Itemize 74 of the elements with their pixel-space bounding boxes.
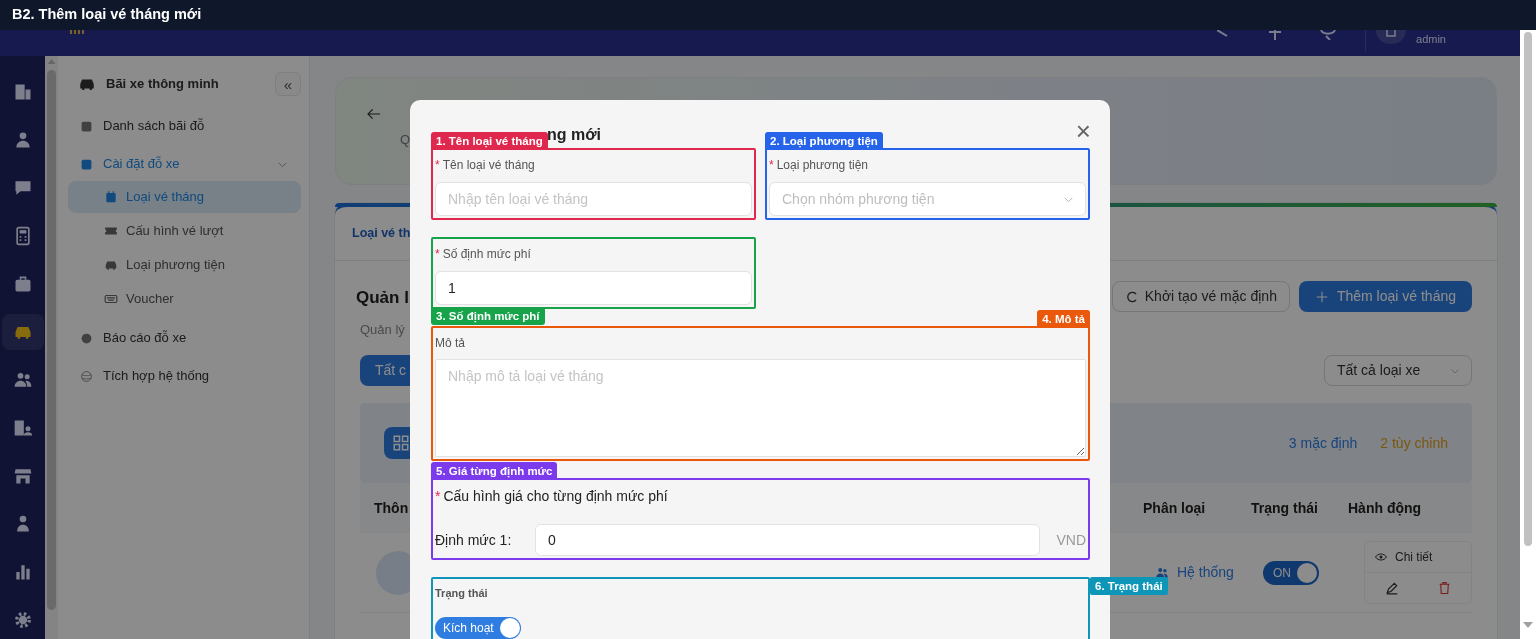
plus-icon[interactable] — [1269, 30, 1282, 40]
status-toggle[interactable]: ON — [1263, 560, 1319, 585]
field-label: Cấu hình giá cho từng định mức phí — [443, 488, 668, 504]
field-label: Loại phương tiện — [776, 158, 868, 172]
required-mark: * — [435, 488, 441, 504]
settings-icon — [12, 610, 33, 630]
required-mark: * — [769, 158, 774, 172]
annotation-label: 3. Số định mức phí — [431, 307, 545, 325]
user-name: admin — [1416, 32, 1446, 47]
close-button[interactable]: × — [1075, 120, 1091, 142]
count-label: 3 mặc định — [1288, 433, 1358, 453]
office-icon — [12, 418, 33, 438]
field-label: Mô tả — [435, 336, 465, 350]
tab[interactable]: Loại vé th — [352, 224, 411, 243]
store-icon — [12, 466, 33, 486]
price-label: Định mức 1: — [435, 530, 513, 550]
annotation-label: 2. Loại phương tiện — [765, 132, 883, 150]
parking-icon — [80, 157, 93, 171]
pencil-icon — [1384, 581, 1399, 595]
column-header: Phân loại — [1143, 498, 1207, 518]
reset-button[interactable]: Khởi tạo vé mặc định — [1111, 281, 1290, 312]
input-field[interactable]: 0 — [535, 524, 1041, 556]
vehicle-select[interactable]: Tất cả loại xe — [1324, 355, 1472, 386]
toggle-switch[interactable]: Kích hoạt — [435, 617, 521, 639]
annotation-label: 4. Mô tả — [1037, 310, 1090, 328]
trash-icon — [1438, 581, 1451, 595]
calendar-icon — [104, 190, 118, 204]
count-label: 2 tùy chỉnh — [1380, 433, 1448, 453]
field-label: Số định mức phí — [442, 247, 531, 261]
sidebar-item[interactable]: Báo cáo đỗ xe — [68, 325, 301, 351]
users-icon — [12, 370, 33, 390]
plus-icon — [1314, 289, 1329, 304]
field-label: Tên loại vé tháng — [442, 158, 535, 172]
header-subtitle: Q — [400, 131, 411, 149]
field-label: Trạng thái — [435, 586, 489, 602]
page-heading: Quản l — [356, 287, 409, 309]
column-header: Thôn — [374, 498, 409, 518]
unit-label: VND — [1056, 530, 1086, 550]
annotation-label: 1. Tên loại vé tháng — [431, 132, 548, 150]
eye-icon — [1375, 551, 1387, 563]
category-text: Hệ thống — [1177, 563, 1234, 582]
parking-icon — [80, 119, 93, 133]
page-title: B2. Thêm loại vé tháng mới — [12, 5, 202, 25]
users-icon — [1155, 565, 1169, 580]
required-mark: * — [435, 247, 440, 261]
briefcase-icon — [12, 274, 33, 294]
back-arrow-icon[interactable] — [366, 106, 382, 122]
card-icon — [104, 292, 118, 306]
nav-button[interactable] — [1, 314, 44, 350]
collapse-button[interactable]: « — [275, 72, 301, 96]
add-button[interactable]: Thêm loại vé tháng — [1298, 281, 1472, 312]
refresh-icon — [1124, 289, 1139, 304]
sidebar-item[interactable]: Cài đặt đỗ xe — [68, 151, 301, 177]
sidebar-item[interactable]: Loại vé tháng — [68, 181, 301, 213]
textarea-field[interactable]: Nhập mô tả loại vé tháng — [435, 359, 1086, 457]
logo-icon — [70, 30, 84, 34]
annotation-label: 5. Giá từng định mức — [431, 462, 558, 480]
input-field[interactable]: Nhập tên loại vé tháng — [435, 182, 752, 216]
page-description: Quản lý — [360, 320, 406, 339]
sidebar-item[interactable]: Loại phương tiện — [68, 249, 301, 281]
sidebar-item[interactable]: Tích hợp hệ thống — [68, 363, 301, 389]
dialog-title: ng mới — [547, 125, 602, 145]
sidebar-item[interactable]: Voucher — [68, 283, 301, 315]
sidebar-title: Bãi xe thông minh — [106, 75, 219, 94]
globe-icon — [80, 369, 93, 383]
sidebar-item[interactable]: Danh sách bãi đỗ — [68, 113, 301, 139]
sidebar-item[interactable]: Cấu hình vé lượt — [68, 215, 301, 247]
avatar-icon[interactable] — [1376, 30, 1407, 44]
disc-icon — [80, 331, 93, 345]
required-mark: * — [435, 158, 440, 172]
column-header: Trạng thái — [1251, 498, 1319, 518]
input-field[interactable]: 1 — [435, 271, 752, 305]
annotation-label: 6. Trạng thái — [1090, 577, 1168, 595]
column-header: Hành động — [1348, 498, 1423, 518]
